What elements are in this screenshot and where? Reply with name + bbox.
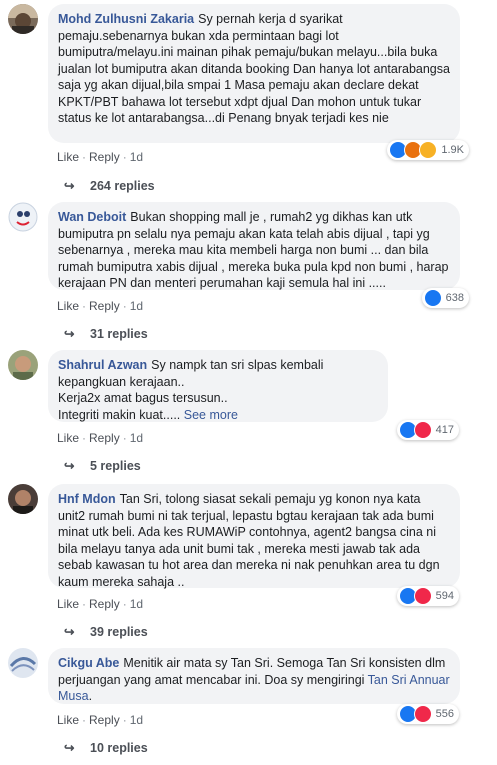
reactions[interactable]: 594 <box>396 586 459 606</box>
replies-count: 5 replies <box>90 458 141 473</box>
reply-link[interactable]: Reply <box>89 150 120 164</box>
comment-author[interactable]: Shahrul Azwan <box>58 358 147 372</box>
reaction-count: 638 <box>445 292 464 304</box>
reply-link[interactable]: Reply <box>89 713 120 727</box>
like-icon <box>423 289 442 307</box>
comment-author[interactable]: Hnf Mdon <box>58 492 116 506</box>
reply-arrow-icon: ↪ <box>64 179 75 193</box>
replies-count: 31 replies <box>90 326 148 341</box>
like-link[interactable]: Like <box>57 713 79 727</box>
comment-actions: Like · Reply · 1d <box>57 150 144 164</box>
like-link[interactable]: Like <box>57 299 79 313</box>
wow-icon <box>419 141 438 159</box>
reactions[interactable]: 556 <box>396 704 459 724</box>
comment-bubble: Wan Deboit Bukan shopping mall je , rumah… <box>48 202 460 290</box>
reply-link[interactable]: Reply <box>89 299 120 313</box>
timestamp[interactable]: 1d <box>130 431 143 445</box>
comment-actions: Like · Reply · 1d <box>57 713 144 727</box>
reactions[interactable]: 1.9K <box>387 140 469 160</box>
like-link[interactable]: Like <box>57 431 79 445</box>
reaction-count: 1.9K <box>441 144 464 156</box>
timestamp[interactable]: 1d <box>130 299 143 313</box>
reactions[interactable]: 417 <box>396 420 459 440</box>
timestamp[interactable]: 1d <box>130 150 143 164</box>
love-icon <box>413 421 432 439</box>
timestamp[interactable]: 1d <box>130 597 143 611</box>
view-replies[interactable]: ↪ 10 replies <box>64 740 148 756</box>
reply-arrow-icon: ↪ <box>64 327 75 341</box>
like-link[interactable]: Like <box>57 150 79 164</box>
avatar[interactable] <box>8 648 38 678</box>
comment-bubble: Mohd Zulhusni Zakaria Sy pernah kerja d s… <box>48 4 460 143</box>
reply-arrow-icon: ↪ <box>64 459 75 473</box>
avatar[interactable] <box>8 484 38 514</box>
reaction-count: 594 <box>435 590 454 602</box>
comment-text: Sy pernah kerja d syarikat pemaju.sebena… <box>58 12 450 125</box>
comment-actions: Like · Reply · 1d <box>57 299 144 313</box>
timestamp[interactable]: 1d <box>130 713 143 727</box>
comment-author[interactable]: Cikgu Abe <box>58 656 119 670</box>
avatar[interactable] <box>8 202 38 232</box>
comment-author[interactable]: Mohd Zulhusni Zakaria <box>58 12 194 26</box>
comment-actions: Like · Reply · 1d <box>57 597 144 611</box>
comment-author[interactable]: Wan Deboit <box>58 210 126 224</box>
comment-text-line: Integriti makin kuat..... <box>58 407 181 422</box>
like-link[interactable]: Like <box>57 597 79 611</box>
reply-arrow-icon: ↪ <box>64 741 75 755</box>
replies-count: 10 replies <box>90 740 148 755</box>
reaction-count: 556 <box>435 708 454 720</box>
view-replies[interactable]: ↪ 31 replies <box>64 326 148 342</box>
reply-arrow-icon: ↪ <box>64 625 75 639</box>
avatar[interactable] <box>8 4 38 34</box>
avatar[interactable] <box>8 350 38 380</box>
comment-actions: Like · Reply · 1d <box>57 431 144 445</box>
comment-text-line: Kerja2x amat bagus tersusun.. <box>58 391 228 405</box>
love-icon <box>413 587 432 605</box>
reply-link[interactable]: Reply <box>89 597 120 611</box>
view-replies[interactable]: ↪ 5 replies <box>64 458 141 474</box>
reactions[interactable]: 638 <box>421 288 469 308</box>
see-more-link[interactable]: See more <box>184 408 238 422</box>
view-replies[interactable]: ↪ 39 replies <box>64 624 148 640</box>
reaction-count: 417 <box>435 424 454 436</box>
replies-count: 39 replies <box>90 624 148 639</box>
replies-count: 264 replies <box>90 178 155 193</box>
love-icon <box>413 705 432 723</box>
comment-text: Tan Sri, tolong siasat sekali pemaju yg … <box>58 492 440 589</box>
view-replies[interactable]: ↪ 264 replies <box>64 178 155 194</box>
comment-bubble: Shahrul Azwan Sy nampk tan sri slpas kemb… <box>48 350 388 422</box>
reply-link[interactable]: Reply <box>89 431 120 445</box>
comment-bubble: Hnf Mdon Tan Sri, tolong siasat sekali pe… <box>48 484 460 589</box>
comment-bubble: Cikgu Abe Menitik air mata sy Tan Sri. Se… <box>48 648 460 704</box>
